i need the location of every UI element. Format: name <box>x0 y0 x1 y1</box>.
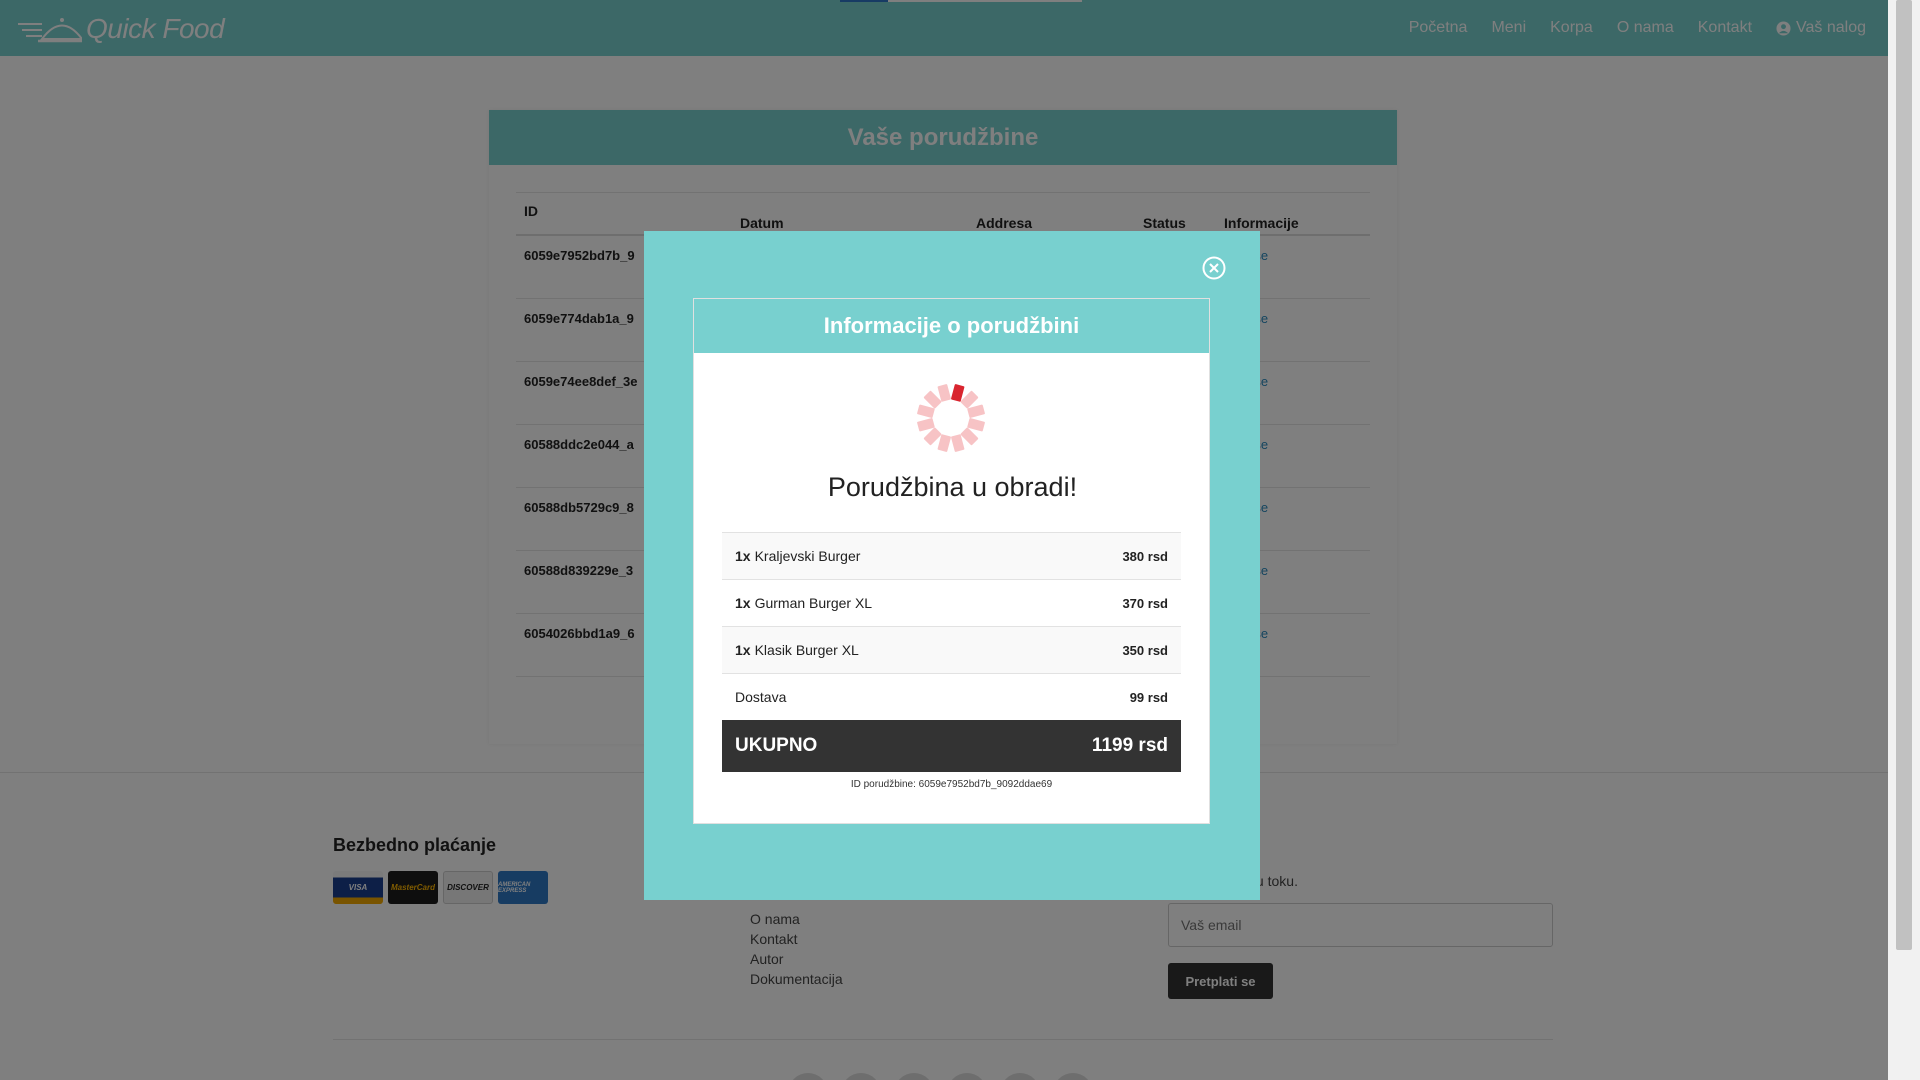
scrollbar[interactable] <box>1888 0 1920 1080</box>
list-item: 1x Kraljevski Burger 380 rsd <box>722 532 1181 579</box>
total-label: UKUPNO <box>735 735 818 756</box>
item-name: Gurman Burger XL <box>754 595 873 611</box>
order-info-panel: Informacije o porudžbini Porudžbina u ob… <box>693 298 1210 824</box>
total-row: UKUPNO 1199 rsd <box>722 720 1181 772</box>
delivery-row: Dostava 99 rsd <box>722 673 1181 720</box>
modal-order-id: ID porudžbine: 6059e7952bd7b_9092ddae69 <box>850 779 1053 790</box>
loading-spinner-icon <box>917 384 985 452</box>
list-item: 1x Gurman Burger XL 370 rsd <box>722 579 1181 626</box>
item-qty: 1x <box>735 642 751 658</box>
order-info-modal: Informacije o porudžbini Porudžbina u ob… <box>644 231 1260 900</box>
order-items: 1x Kraljevski Burger 380 rsd 1x Gurman Bur… <box>722 532 1181 790</box>
close-icon[interactable] <box>1202 256 1226 280</box>
delivery-label: Dostava <box>735 689 787 705</box>
delivery-price: 99 rsd <box>1129 689 1168 705</box>
item-qty: 1x <box>735 595 751 611</box>
order-status-text: Porudžbina u obradi! <box>827 472 1078 502</box>
list-item: 1x Klasik Burger XL 350 rsd <box>722 626 1181 673</box>
item-qty: 1x <box>735 548 751 564</box>
scrollbar-thumb[interactable] <box>1896 0 1912 950</box>
modal-title: Informacije o porudžbini <box>694 299 1209 353</box>
item-price: 370 rsd <box>1122 595 1168 611</box>
item-name: Kraljevski Burger <box>754 548 861 564</box>
item-price: 350 rsd <box>1122 642 1168 658</box>
total-price: 1199 rsd <box>1091 735 1168 756</box>
item-price: 380 rsd <box>1122 548 1168 564</box>
item-name: Klasik Burger XL <box>754 642 859 658</box>
